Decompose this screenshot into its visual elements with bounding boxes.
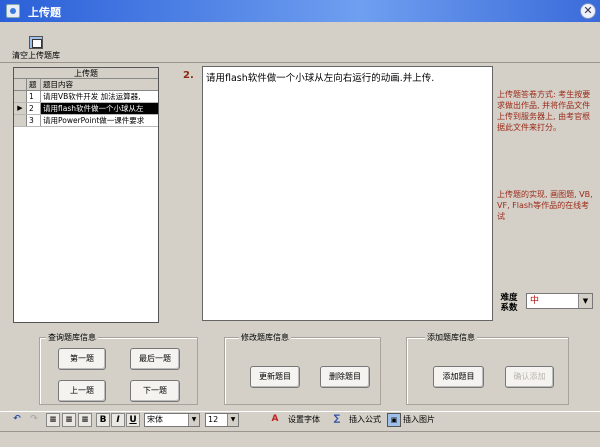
grid-header: 题号 题目内容 (14, 79, 158, 91)
italic-button[interactable]: I (111, 413, 125, 427)
set-font-button[interactable]: 设置字体 (288, 413, 320, 428)
cell-content: 请用flash软件做一个小球从左 (41, 103, 158, 114)
close-button[interactable]: ✕ (580, 3, 596, 19)
align-left-icon[interactable]: ≡ (46, 413, 60, 427)
add-question-button[interactable]: 添加题目 (433, 366, 484, 388)
bold-button[interactable]: B (96, 413, 110, 427)
app-icon (6, 4, 20, 18)
next-question-button[interactable]: 下一题 (130, 380, 180, 402)
row-selector[interactable] (14, 91, 27, 102)
redo-icon[interactable]: ↷ (27, 413, 41, 427)
table-row[interactable]: ▶ 2 请用flash软件做一个小球从左 (14, 103, 158, 115)
first-question-button[interactable]: 第一题 (58, 348, 106, 370)
confirm-add-button[interactable]: 确认添加 (505, 366, 554, 388)
formula-icon[interactable]: ∑ (330, 413, 344, 427)
column-header-content: 题目内容 (43, 80, 73, 89)
difficulty-select[interactable]: 中 ▼ (526, 293, 593, 309)
align-right-icon[interactable]: ≡ (78, 413, 92, 427)
add-group: 添加题库信息 添加题目 确认添加 (406, 332, 569, 405)
font-family-value: 宋体 (147, 415, 163, 424)
clear-upload-bank-button[interactable]: 清空上传题库 (8, 36, 64, 62)
modify-group-title: 修改题库信息 (239, 332, 291, 343)
window-title: 上传题 (28, 6, 61, 19)
undo-icon[interactable]: ↶ (10, 413, 24, 427)
status-bar (0, 431, 600, 447)
question-grid[interactable]: 上传题 题号 题目内容 1 请用VB软件开发 加法运算器, ▶ 2 请用flas… (13, 67, 159, 323)
question-text-editor[interactable]: 请用flash软件做一个小球从左向右运行的动画.并上传. (202, 66, 493, 321)
cell-number: 1 (27, 91, 41, 102)
upload-method-info: 上传题答卷方式: 考生按要求做出作品, 并将作品文件上传到服务器上, 由考官根据… (497, 90, 591, 132)
clear-bank-icon (29, 36, 43, 49)
font-size-value: 12 (208, 415, 219, 424)
cell-content: 请用VB软件开发 加法运算器, (43, 92, 141, 101)
align-center-icon[interactable]: ≡ (62, 413, 76, 427)
cell-number: 2 (27, 103, 41, 114)
row-selector[interactable] (14, 115, 27, 126)
cell-content: 请用PowerPoint做一课件要求 (43, 116, 145, 125)
top-toolbar (0, 22, 600, 63)
difficulty-label: 难度系数 (500, 293, 518, 313)
modify-group: 修改题库信息 更新题目 删除题目 (224, 332, 381, 405)
upload-purpose-info: 上传题的实现, 画图题, VB, VF, Flash等作品的在线考试 (497, 190, 593, 221)
query-group-title: 查询题库信息 (46, 332, 98, 343)
update-question-button[interactable]: 更新题目 (250, 366, 300, 388)
image-icon[interactable]: ▣ (387, 413, 401, 427)
row-selector-header (14, 79, 27, 90)
table-row[interactable]: 1 请用VB软件开发 加法运算器, (14, 91, 158, 103)
font-size-select[interactable]: 12 ▼ (205, 413, 239, 427)
previous-question-button[interactable]: 上一题 (58, 380, 106, 402)
last-question-button[interactable]: 最后一题 (130, 348, 180, 370)
column-header-number: 题号 (27, 79, 41, 90)
question-number: 2. (183, 70, 194, 81)
add-group-title: 添加题库信息 (425, 332, 477, 343)
underline-button[interactable]: U (126, 413, 140, 427)
font-settings-icon[interactable]: A (268, 413, 282, 427)
difficulty-value: 中 (530, 296, 540, 306)
chevron-down-icon[interactable]: ▼ (188, 414, 199, 426)
query-group: 查询题库信息 第一题 最后一题 上一题 下一题 (39, 332, 198, 405)
cell-number: 3 (27, 115, 41, 126)
chevron-down-icon[interactable]: ▼ (578, 294, 592, 308)
chevron-down-icon[interactable]: ▼ (227, 414, 238, 426)
table-row[interactable]: 3 请用PowerPoint做一课件要求 (14, 115, 158, 127)
delete-question-button[interactable]: 删除题目 (320, 366, 370, 388)
font-family-select[interactable]: 宋体 ▼ (144, 413, 200, 427)
insert-image-button[interactable]: 插入图片 (403, 413, 435, 428)
insert-formula-button[interactable]: 插入公式 (349, 413, 381, 428)
grid-title: 上传题 (14, 68, 158, 79)
row-selector-current-icon[interactable]: ▶ (14, 103, 27, 114)
clear-bank-label: 清空上传题库 (12, 51, 60, 60)
title-bar: 上传题 ✕ (0, 0, 600, 22)
